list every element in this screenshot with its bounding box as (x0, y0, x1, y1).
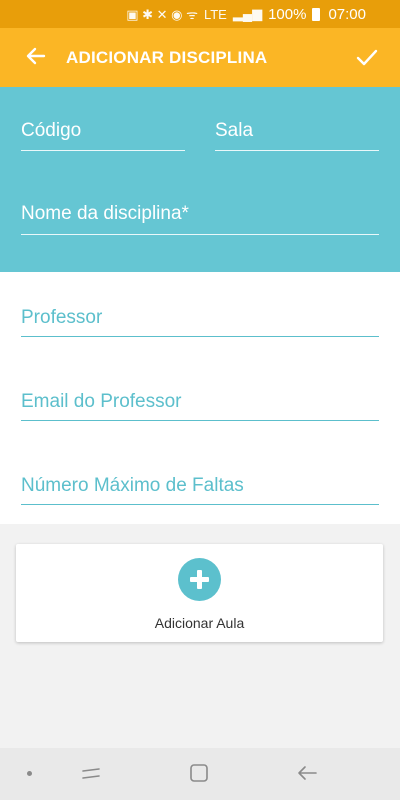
plus-circle-icon[interactable] (178, 558, 221, 601)
professor-label: Professor (21, 307, 103, 328)
professor-underline (21, 336, 379, 337)
max-faltas-underline (21, 504, 379, 505)
sala-underline (215, 150, 379, 151)
form-body: Professor Email do Professor Número Máxi… (0, 272, 400, 524)
network-type: LTE (203, 6, 227, 22)
add-class-label: Adicionar Aula (154, 615, 245, 631)
check-icon[interactable] (354, 44, 380, 70)
codigo-label: Código (21, 120, 82, 141)
page-title: ADICIONAR DISCIPLINA (66, 48, 268, 67)
home-icon[interactable] (189, 763, 209, 783)
recent-apps-icon[interactable] (80, 762, 102, 784)
battery-percent: 100% (268, 5, 307, 23)
email-professor-label: Email do Professor (21, 391, 182, 412)
sala-label: Sala (215, 120, 254, 141)
battery-icon (312, 7, 321, 21)
app-bar: ADICIONAR DISCIPLINA (0, 28, 400, 87)
back-nav-icon[interactable] (296, 762, 318, 784)
nav-dot-icon (27, 771, 32, 776)
form-header: Código Sala Nome da disciplina* (0, 87, 400, 272)
system-nav-bar (0, 748, 400, 800)
professor-field[interactable]: Professor (21, 307, 379, 337)
nome-disciplina-underline (21, 234, 379, 235)
codigo-field[interactable]: Código (21, 120, 185, 151)
add-class-card[interactable]: Adicionar Aula (16, 544, 383, 642)
codigo-underline (21, 150, 185, 151)
nome-disciplina-field[interactable]: Nome da disciplina* (21, 203, 379, 235)
email-professor-field[interactable]: Email do Professor (21, 391, 379, 421)
status-icons: ▣ ✱ ✕ ◉ ᯤ (126, 7, 198, 22)
max-faltas-field[interactable]: Número Máximo de Faltas (21, 475, 379, 505)
email-professor-underline (21, 420, 379, 421)
sala-field[interactable]: Sala (215, 120, 379, 151)
nome-disciplina-label: Nome da disciplina* (21, 203, 189, 224)
max-faltas-label: Número Máximo de Faltas (21, 475, 244, 496)
arrow-left-icon[interactable] (24, 44, 48, 68)
status-bar: ▣ ✱ ✕ ◉ ᯤ LTE ▂▄▆ 100% 07:00 (0, 0, 400, 28)
signal-icon: ▂▄▆ (232, 6, 263, 21)
clock: 07:00 (328, 5, 366, 23)
